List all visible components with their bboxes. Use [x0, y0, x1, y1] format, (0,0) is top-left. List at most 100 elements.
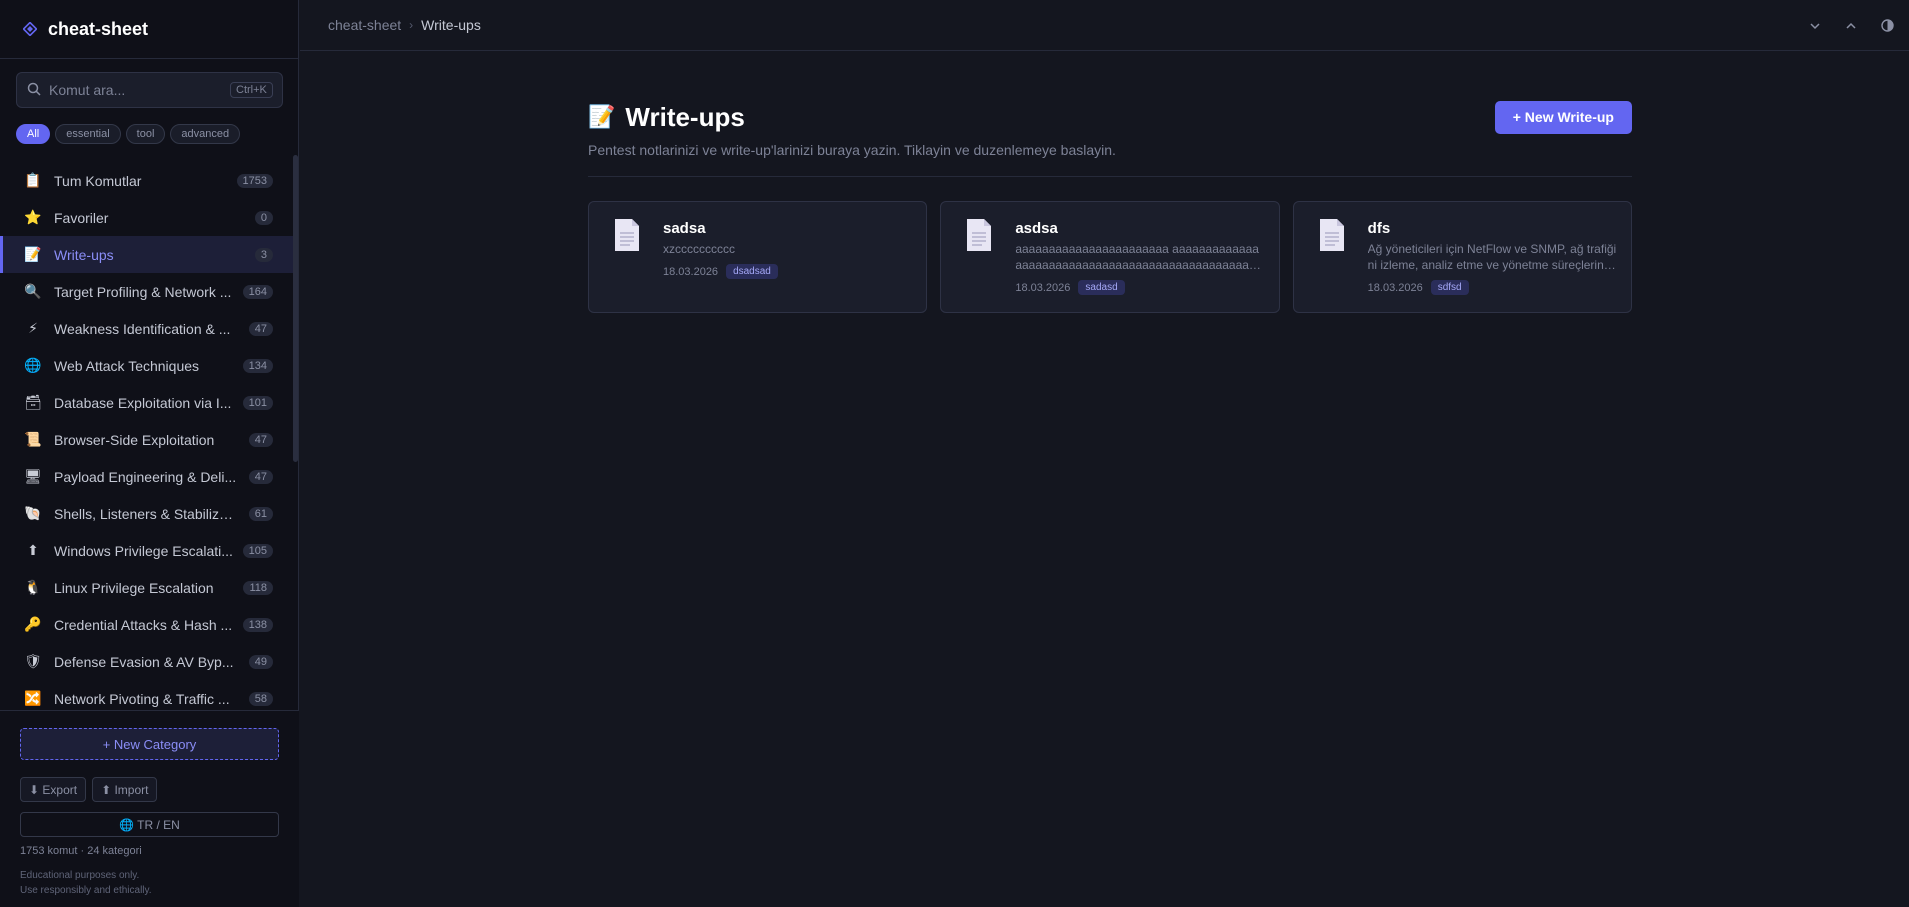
page-subtitle: Pentest notlarinizi ve write-up'larinizi…: [588, 142, 1116, 158]
globe-icon: 🌐: [24, 357, 42, 373]
sidebar-item-label: Payload Engineering & Deli...: [54, 468, 237, 485]
scroll-icon: 📜: [24, 431, 42, 447]
filter-essential[interactable]: essential: [55, 124, 121, 144]
sidebar-item-label: Target Profiling & Network ...: [54, 283, 232, 300]
logo-diamond-icon: [22, 21, 38, 37]
item-count-badge: 134: [242, 358, 273, 373]
breadcrumb-root[interactable]: cheat-sheet: [328, 17, 401, 33]
document-icon: [613, 218, 641, 252]
sidebar-item-windows-privesc[interactable]: ⬆ Windows Privilege Escalati... 105: [0, 532, 293, 569]
shield-icon: 🛡: [24, 653, 42, 669]
item-count-badge: 47: [248, 432, 273, 447]
main-content: 📝 Write-ups + New Write-up Pentest notla…: [588, 100, 1632, 313]
sidebar-item-credential-attacks[interactable]: 🔑 Credential Attacks & Hash ... 138: [0, 606, 293, 643]
breadcrumb-separator: ›: [409, 18, 414, 32]
sidebar-item-label: Favoriler: [54, 209, 109, 226]
item-count-badge: 61: [248, 506, 273, 521]
clipboard-icon: 📋: [24, 172, 42, 188]
monitor-icon: 🖥: [24, 468, 42, 484]
top-actions: [1807, 0, 1895, 51]
card-tag: sdfsd: [1430, 280, 1469, 295]
page-title-text: Write-ups: [625, 101, 745, 132]
disclaimer-line: Use responsibly and ethically.: [20, 885, 152, 896]
item-count-badge: 49: [248, 654, 273, 669]
sidebar-item-payload-engineering[interactable]: 🖥 Payload Engineering & Deli... 47: [0, 458, 293, 495]
sidebar-item-label: Shells, Listeners & Stabilizat...: [54, 505, 241, 522]
item-count-badge: 1753: [236, 173, 273, 188]
sidebar-item-label: Browser-Side Exploitation: [54, 431, 215, 448]
chevron-up-icon[interactable]: [1843, 18, 1859, 34]
new-category-button[interactable]: + New Category: [20, 728, 279, 760]
key-icon: 🔑: [24, 616, 42, 632]
memo-icon: 📝: [588, 104, 616, 129]
sidebar-item-shells-listeners[interactable]: 🐚 Shells, Listeners & Stabilizat... 61: [0, 495, 293, 532]
category-list: 📋 Tum Komutlar 1753 ⭐ Favoriler 0 📝 Writ…: [0, 162, 293, 710]
write-up-card[interactable]: sadsa xzcccccccccc 18.03.2026 dsadsad: [588, 201, 928, 313]
write-up-cards: sadsa xzcccccccccc 18.03.2026 dsadsad as…: [588, 201, 1632, 313]
item-count-badge: 47: [248, 469, 273, 484]
memo-icon: 📝: [24, 246, 42, 262]
item-count-badge: 118: [243, 580, 273, 595]
sidebar-item-weakness-identification[interactable]: ⚡ Weakness Identification & ... 47: [0, 310, 293, 347]
write-up-card[interactable]: asdsa aaaaaaaaaaaaaaaaaaaaaaa aaaaaaaaaa…: [940, 201, 1280, 313]
shuffle-icon: 🔀: [24, 690, 42, 706]
card-date: 18.03.2026: [663, 265, 719, 278]
filter-advanced[interactable]: advanced: [170, 124, 241, 144]
new-write-up-button[interactable]: + New Write-up: [1494, 100, 1632, 134]
page-header: 📝 Write-ups + New Write-up: [588, 100, 1632, 134]
sidebar-item-web-attack[interactable]: 🌐 Web Attack Techniques 134: [0, 347, 293, 384]
up-arrow-icon: ⬆: [27, 542, 39, 558]
document-icon: [1318, 218, 1346, 252]
sidebar-item-write-ups[interactable]: 📝 Write-ups 3: [0, 236, 293, 273]
card-body: dfs Ağ yöneticileri için NetFlow ve SNMP…: [1368, 218, 1617, 312]
sidebar-item-label: Linux Privilege Escalation: [54, 579, 214, 596]
document-icon: [965, 218, 993, 252]
lightning-icon: ⚡: [28, 320, 38, 336]
import-button[interactable]: ⬆ Import: [92, 777, 158, 802]
sidebar-item-defense-evasion[interactable]: 🛡 Defense Evasion & AV Byp... 49: [0, 643, 293, 680]
sidebar-item-browser-side[interactable]: 📜 Browser-Side Exploitation 47: [0, 421, 293, 458]
chevron-down-icon[interactable]: [1807, 18, 1823, 34]
sidebar-item-label: Weakness Identification & ...: [54, 320, 231, 337]
disclaimer-line: Educational purposes only.: [20, 870, 140, 881]
card-title: sadsa: [663, 220, 706, 237]
sidebar-item-label: Defense Evasion & AV Byp...: [54, 653, 234, 670]
search-shortcut: Ctrl+K: [230, 82, 273, 98]
card-meta: 18.03.2026 dsadsad: [663, 264, 912, 279]
penguin-icon: 🐧: [24, 579, 42, 595]
sidebar-item-linux-privesc[interactable]: 🐧 Linux Privilege Escalation 118: [0, 569, 293, 606]
card-excerpt: Ağ yöneticileri için NetFlow ve SNMP, ağ…: [1367, 242, 1617, 272]
card-title: dfs: [1367, 220, 1391, 237]
export-button[interactable]: ⬇ Export: [20, 777, 87, 802]
top-bar: cheat-sheet › Write-ups: [300, 0, 1909, 51]
page-title: 📝 Write-ups: [588, 102, 745, 133]
sidebar-scrollbar[interactable]: [293, 155, 298, 462]
database-icon: 🗃: [24, 394, 42, 410]
item-count-badge: 164: [242, 284, 273, 299]
filter-chips: All essential tool advanced: [16, 124, 241, 144]
item-count-badge: 0: [254, 210, 273, 225]
stats-text: 1753 komut · 24 kategori: [20, 845, 142, 857]
filter-tool[interactable]: tool: [125, 124, 166, 144]
brand[interactable]: cheat-sheet: [0, 0, 298, 59]
sidebar-item-favorites[interactable]: ⭐ Favoriler 0: [0, 199, 293, 236]
sidebar-footer: + New Category ⬇ Export ⬆ Import 🌐 TR / …: [0, 710, 299, 907]
item-count-badge: 101: [242, 395, 273, 410]
card-body: sadsa xzcccccccccc 18.03.2026 dsadsad: [663, 218, 912, 312]
sidebar-item-label: Network Pivoting & Traffic ...: [54, 690, 230, 707]
card-excerpt: xzcccccccccc: [663, 242, 735, 256]
breadcrumb-current: Write-ups: [421, 17, 481, 33]
language-toggle-button[interactable]: 🌐 TR / EN: [20, 812, 279, 837]
sidebar-item-all-commands[interactable]: 📋 Tum Komutlar 1753: [0, 162, 293, 199]
write-up-card[interactable]: dfs Ağ yöneticileri için NetFlow ve SNMP…: [1292, 201, 1632, 313]
sidebar-item-target-profiling[interactable]: 🔍 Target Profiling & Network ... 164: [0, 273, 293, 310]
sidebar-item-database-exploitation[interactable]: 🗃 Database Exploitation via I... 101: [0, 384, 293, 421]
search-input[interactable]: [49, 82, 230, 98]
filter-all[interactable]: All: [16, 124, 51, 144]
search-box[interactable]: Ctrl+K: [16, 72, 283, 108]
theme-toggle-icon[interactable]: [1879, 18, 1895, 34]
sidebar-item-network-pivoting[interactable]: 🔀 Network Pivoting & Traffic ... 58: [0, 680, 293, 710]
card-tag: dsadsad: [726, 264, 778, 279]
search-icon: [27, 82, 41, 99]
sidebar-item-label: Tum Komutlar: [54, 172, 142, 189]
